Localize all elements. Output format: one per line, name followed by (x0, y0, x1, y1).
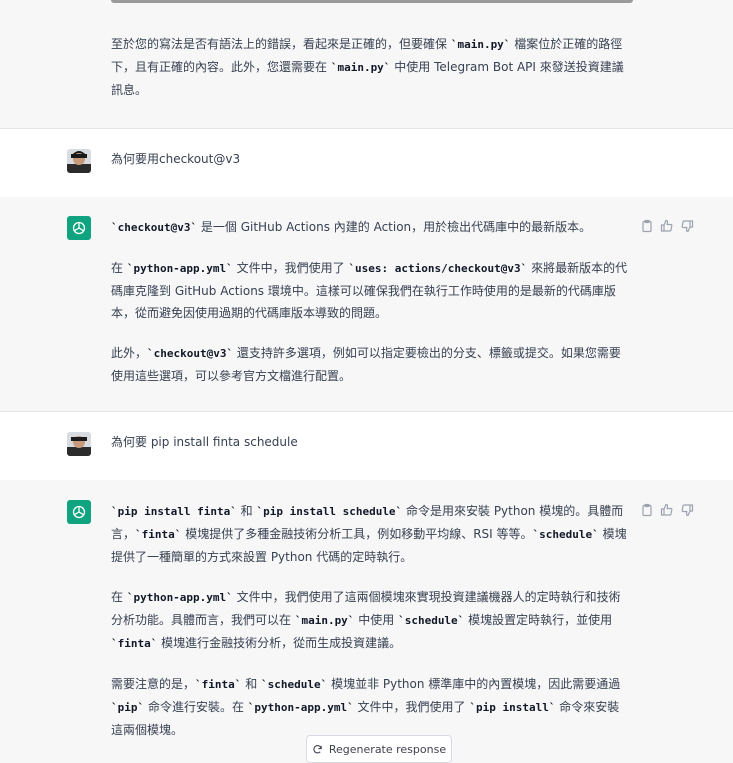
inline-code: `checkout@v3` (111, 221, 198, 234)
inline-code: `pip install finta` (111, 505, 237, 518)
openai-logo-icon (67, 500, 91, 524)
assistant-paragraph: 在 `python-app.yml` 文件中，我們使用了這兩個模塊來實現投資建議… (111, 590, 621, 650)
inline-code: `schedule` (261, 678, 328, 691)
user-avatar (67, 149, 91, 173)
assistant-paragraph: `checkout@v3` 是一個 GitHub Actions 內建的 Act… (111, 220, 592, 234)
user-message-text: 為何要用checkout@v3 (111, 152, 241, 166)
user-avatar (67, 432, 91, 456)
assistant-paragraph: 需要注意的是，`finta` 和 `schedule` 模塊並非 Python … (111, 677, 621, 737)
assistant-message-prev: 至於您的寫法是否有語法上的錯誤，看起來是正確的，但要確保 `main.py` 檔… (0, 0, 733, 128)
regenerate-response-button[interactable]: Regenerate response (306, 735, 452, 763)
inline-code: `main.py` (450, 38, 511, 51)
assistant-message-body: `checkout@v3` 是一個 GitHub Actions 內建的 Act… (111, 216, 631, 405)
assistant-message-body: 至於您的寫法是否有語法上的錯誤，看起來是正確的，但要確保 `main.py` 檔… (111, 33, 631, 119)
inline-code: `schedule` (398, 614, 465, 627)
user-message: 為何要 pip install finta schedule (0, 411, 733, 481)
clipboard-icon[interactable] (640, 219, 654, 233)
thumbs-up-icon[interactable] (660, 503, 674, 517)
refresh-icon (313, 744, 322, 753)
inline-code: `python-app.yml` (126, 591, 233, 604)
inline-code: `finta` (111, 637, 158, 650)
inline-code: `pip` (111, 701, 145, 714)
user-message: 為何要用checkout@v3 (0, 128, 733, 198)
inline-code: `pip install schedule` (256, 505, 403, 518)
assistant-paragraph: 至於您的寫法是否有語法上的錯誤，看起來是正確的，但要確保 `main.py` 檔… (111, 37, 624, 97)
assistant-paragraph: 此外，`checkout@v3` 還支持許多選項，例如可以指定要檢出的分支、標籤… (111, 346, 621, 383)
thumbs-down-icon[interactable] (680, 219, 694, 233)
assistant-message: `checkout@v3` 是一個 GitHub Actions 內建的 Act… (0, 197, 733, 411)
message-actions (640, 219, 694, 233)
assistant-message-body: `pip install finta` 和 `pip install sched… (111, 500, 631, 759)
inline-code: `schedule` (532, 528, 599, 541)
assistant-paragraph: `pip install finta` 和 `pip install sched… (111, 504, 627, 564)
previous-code-block-edge (111, 0, 633, 3)
thumbs-up-icon[interactable] (660, 219, 674, 233)
openai-logo-icon (67, 216, 91, 240)
assistant-message: `pip install finta` 和 `pip install sched… (0, 480, 733, 757)
thumbs-down-icon[interactable] (680, 503, 694, 517)
message-actions (640, 503, 694, 517)
inline-code: `python-app.yml` (247, 701, 354, 714)
assistant-paragraph: 在 `python-app.yml` 文件中，我們使用了 `uses: acti… (111, 261, 628, 320)
inline-code: `main.py` (330, 61, 391, 74)
inline-code: `finta` (195, 678, 242, 691)
inline-code: `finta` (135, 528, 182, 541)
user-message-text: 為何要 pip install finta schedule (111, 435, 298, 449)
inline-code: `checkout@v3` (147, 347, 234, 360)
inline-code: `pip install` (469, 701, 556, 714)
inline-code: `uses: actions/checkout@v3` (348, 262, 528, 275)
inline-code: `python-app.yml` (126, 262, 233, 275)
inline-code: `main.py` (294, 614, 355, 627)
regenerate-label: Regenerate response (328, 742, 447, 756)
clipboard-icon[interactable] (640, 503, 654, 517)
